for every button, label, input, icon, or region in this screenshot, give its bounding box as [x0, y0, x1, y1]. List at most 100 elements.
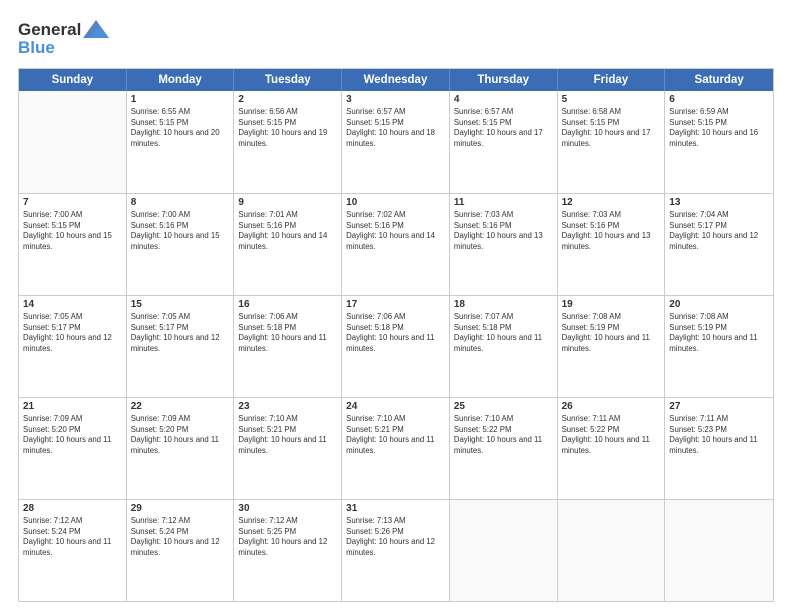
- calendar-cell: 8Sunrise: 7:00 AMSunset: 5:16 PMDaylight…: [127, 194, 235, 295]
- day-info: Sunrise: 7:09 AMSunset: 5:20 PMDaylight:…: [23, 414, 122, 456]
- day-info: Sunrise: 7:05 AMSunset: 5:17 PMDaylight:…: [23, 312, 122, 354]
- day-number: 16: [238, 299, 337, 310]
- calendar-header: SundayMondayTuesdayWednesdayThursdayFrid…: [19, 69, 773, 91]
- day-number: 17: [346, 299, 445, 310]
- calendar-cell: 18 Sunrise: 7:07 AMSunset: 5:18 PMDayligh…: [450, 296, 558, 397]
- header: General Blue: [18, 18, 774, 58]
- day-number: 27: [669, 401, 769, 412]
- calendar-cell: 26Sunrise: 7:11 AMSunset: 5:22 PMDayligh…: [558, 398, 666, 499]
- day-number: 22: [131, 401, 230, 412]
- calendar-cell: 31 Sunrise: 7:13 AMSunset: 5:26 PMDayligh…: [342, 500, 450, 601]
- calendar-week-2: 7 Sunrise: 7:00 AMSunset: 5:15 PMDaylight…: [19, 193, 773, 295]
- day-info: Sunrise: 7:11 AMSunset: 5:23 PMDaylight:…: [669, 414, 769, 456]
- day-info: Sunrise: 7:12 AMSunset: 5:25 PMDaylight:…: [238, 516, 337, 558]
- calendar-cell: 6Sunrise: 6:59 AMSunset: 5:15 PMDaylight…: [665, 91, 773, 193]
- day-info: Sunrise: 7:06 AMSunset: 5:18 PMDaylight:…: [238, 312, 337, 354]
- day-info: Sunrise: 7:03 AMSunset: 5:16 PMDaylight:…: [454, 210, 553, 252]
- day-info: Sunrise: 7:10 AMSunset: 5:22 PMDaylight:…: [454, 414, 553, 456]
- calendar-cell: 11Sunrise: 7:03 AMSunset: 5:16 PMDayligh…: [450, 194, 558, 295]
- header-day-friday: Friday: [558, 69, 666, 91]
- calendar-cell: [558, 500, 666, 601]
- day-info: Sunrise: 7:12 AMSunset: 5:24 PMDaylight:…: [23, 516, 122, 558]
- day-info: Sunrise: 7:03 AMSunset: 5:16 PMDaylight:…: [562, 210, 661, 252]
- day-number: 12: [562, 197, 661, 208]
- day-number: 25: [454, 401, 553, 412]
- calendar-cell: 7 Sunrise: 7:00 AMSunset: 5:15 PMDaylight…: [19, 194, 127, 295]
- day-info: Sunrise: 7:12 AMSunset: 5:24 PMDaylight:…: [131, 516, 230, 558]
- header-day-thursday: Thursday: [450, 69, 558, 91]
- calendar-cell: 21 Sunrise: 7:09 AMSunset: 5:20 PMDayligh…: [19, 398, 127, 499]
- day-info: Sunrise: 7:08 AMSunset: 5:19 PMDaylight:…: [669, 312, 769, 354]
- day-info: Sunrise: 7:00 AMSunset: 5:15 PMDaylight:…: [23, 210, 122, 252]
- day-number: 3: [346, 94, 445, 105]
- calendar-cell: 29Sunrise: 7:12 AMSunset: 5:24 PMDayligh…: [127, 500, 235, 601]
- calendar-cell: 10Sunrise: 7:02 AMSunset: 5:16 PMDayligh…: [342, 194, 450, 295]
- calendar-cell: 15 Sunrise: 7:05 AMSunset: 5:17 PMDayligh…: [127, 296, 235, 397]
- calendar-cell: 17 Sunrise: 7:06 AMSunset: 5:18 PMDayligh…: [342, 296, 450, 397]
- header-day-sunday: Sunday: [19, 69, 127, 91]
- day-info: Sunrise: 6:59 AMSunset: 5:15 PMDaylight:…: [669, 107, 769, 149]
- logo-blue: Blue: [18, 38, 55, 58]
- calendar-cell: 1Sunrise: 6:55 AMSunset: 5:15 PMDaylight…: [127, 91, 235, 193]
- calendar-cell: 28Sunrise: 7:12 AMSunset: 5:24 PMDayligh…: [19, 500, 127, 601]
- header-day-monday: Monday: [127, 69, 235, 91]
- header-day-wednesday: Wednesday: [342, 69, 450, 91]
- day-number: 13: [669, 197, 769, 208]
- day-number: 19: [562, 299, 661, 310]
- calendar-cell: [665, 500, 773, 601]
- calendar-cell: 22 Sunrise: 7:09 AMSunset: 5:20 PMDayligh…: [127, 398, 235, 499]
- day-number: 20: [669, 299, 769, 310]
- logo-icon: [83, 18, 109, 40]
- day-number: 1: [131, 94, 230, 105]
- calendar-cell: 13 Sunrise: 7:04 AMSunset: 5:17 PMDayligh…: [665, 194, 773, 295]
- day-info: Sunrise: 7:11 AMSunset: 5:22 PMDaylight:…: [562, 414, 661, 456]
- day-info: Sunrise: 7:13 AMSunset: 5:26 PMDaylight:…: [346, 516, 445, 558]
- day-info: Sunrise: 7:07 AMSunset: 5:18 PMDaylight:…: [454, 312, 553, 354]
- calendar-cell: 16 Sunrise: 7:06 AMSunset: 5:18 PMDayligh…: [234, 296, 342, 397]
- day-info: Sunrise: 6:56 AMSunset: 5:15 PMDaylight:…: [238, 107, 337, 149]
- calendar-cell: 25 Sunrise: 7:10 AMSunset: 5:22 PMDayligh…: [450, 398, 558, 499]
- day-number: 18: [454, 299, 553, 310]
- day-info: Sunrise: 7:05 AMSunset: 5:17 PMDaylight:…: [131, 312, 230, 354]
- day-number: 4: [454, 94, 553, 105]
- day-info: Sunrise: 7:10 AMSunset: 5:21 PMDaylight:…: [238, 414, 337, 456]
- page: General Blue SundayMondayTuesdayWednesda…: [0, 0, 792, 612]
- day-info: Sunrise: 6:58 AMSunset: 5:15 PMDaylight:…: [562, 107, 661, 149]
- day-number: 10: [346, 197, 445, 208]
- day-number: 30: [238, 503, 337, 514]
- calendar-cell: 20 Sunrise: 7:08 AMSunset: 5:19 PMDayligh…: [665, 296, 773, 397]
- calendar-body: 1Sunrise: 6:55 AMSunset: 5:15 PMDaylight…: [19, 91, 773, 601]
- header-day-saturday: Saturday: [665, 69, 773, 91]
- calendar-cell: [450, 500, 558, 601]
- calendar-cell: 27 Sunrise: 7:11 AMSunset: 5:23 PMDayligh…: [665, 398, 773, 499]
- calendar-cell: 5Sunrise: 6:58 AMSunset: 5:15 PMDaylight…: [558, 91, 666, 193]
- calendar-cell: 4 Sunrise: 6:57 AMSunset: 5:15 PMDaylight…: [450, 91, 558, 193]
- day-number: 7: [23, 197, 122, 208]
- calendar-cell: [19, 91, 127, 193]
- day-number: 21: [23, 401, 122, 412]
- header-day-tuesday: Tuesday: [234, 69, 342, 91]
- day-number: 31: [346, 503, 445, 514]
- day-number: 2: [238, 94, 337, 105]
- calendar-cell: 3 Sunrise: 6:57 AMSunset: 5:15 PMDaylight…: [342, 91, 450, 193]
- day-number: 9: [238, 197, 337, 208]
- day-info: Sunrise: 7:04 AMSunset: 5:17 PMDaylight:…: [669, 210, 769, 252]
- calendar-cell: 24Sunrise: 7:10 AMSunset: 5:21 PMDayligh…: [342, 398, 450, 499]
- calendar-cell: 30 Sunrise: 7:12 AMSunset: 5:25 PMDayligh…: [234, 500, 342, 601]
- calendar-cell: 14 Sunrise: 7:05 AMSunset: 5:17 PMDayligh…: [19, 296, 127, 397]
- calendar-cell: 19 Sunrise: 7:08 AMSunset: 5:19 PMDayligh…: [558, 296, 666, 397]
- logo-general: General: [18, 20, 81, 40]
- day-number: 14: [23, 299, 122, 310]
- day-info: Sunrise: 7:08 AMSunset: 5:19 PMDaylight:…: [562, 312, 661, 354]
- day-number: 15: [131, 299, 230, 310]
- day-info: Sunrise: 7:09 AMSunset: 5:20 PMDaylight:…: [131, 414, 230, 456]
- day-info: Sunrise: 7:06 AMSunset: 5:18 PMDaylight:…: [346, 312, 445, 354]
- day-info: Sunrise: 6:57 AMSunset: 5:15 PMDaylight:…: [346, 107, 445, 149]
- calendar-cell: 23Sunrise: 7:10 AMSunset: 5:21 PMDayligh…: [234, 398, 342, 499]
- day-info: Sunrise: 7:00 AMSunset: 5:16 PMDaylight:…: [131, 210, 230, 252]
- day-info: Sunrise: 6:57 AMSunset: 5:15 PMDaylight:…: [454, 107, 553, 149]
- day-number: 24: [346, 401, 445, 412]
- calendar-cell: 12 Sunrise: 7:03 AMSunset: 5:16 PMDayligh…: [558, 194, 666, 295]
- day-info: Sunrise: 7:01 AMSunset: 5:16 PMDaylight:…: [238, 210, 337, 252]
- calendar-week-4: 21 Sunrise: 7:09 AMSunset: 5:20 PMDayligh…: [19, 397, 773, 499]
